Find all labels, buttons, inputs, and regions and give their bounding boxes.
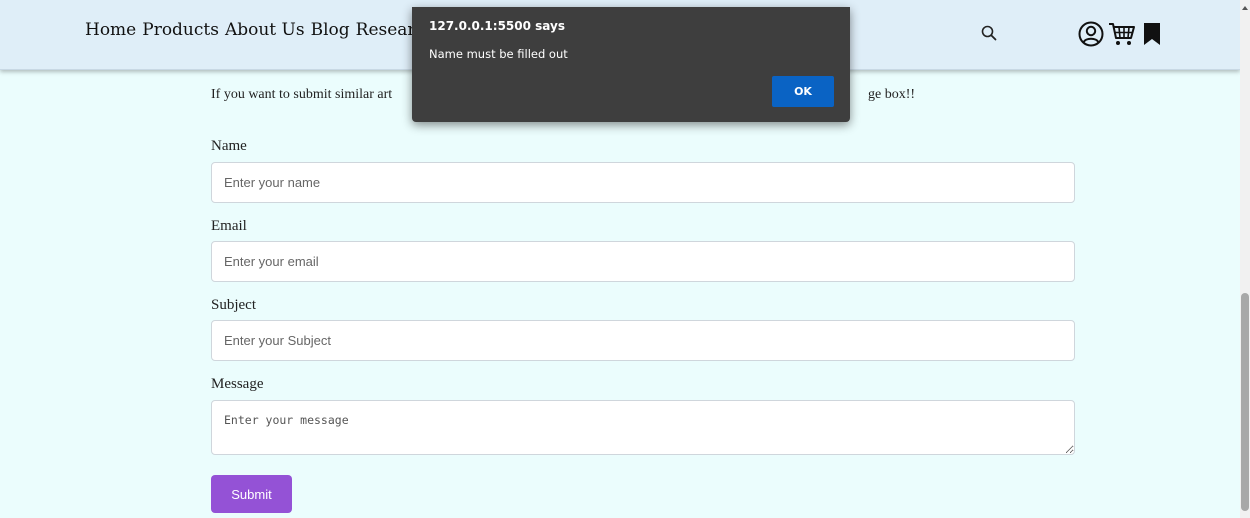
search-icon[interactable]	[980, 24, 998, 42]
name-input[interactable]	[211, 162, 1075, 203]
message-textarea[interactable]	[211, 400, 1075, 455]
email-label: Email	[211, 218, 247, 234]
scroll-up-arrow-icon[interactable]	[1242, 6, 1248, 10]
submit-button[interactable]: Submit	[211, 475, 292, 513]
subject-input[interactable]	[211, 320, 1075, 361]
dialog-message: Name must be filled out	[429, 47, 568, 61]
subject-label: Subject	[211, 297, 256, 313]
intro-text: If you want to submit similar art ge box…	[211, 87, 915, 103]
user-icon[interactable]	[1078, 21, 1104, 47]
nav-home[interactable]: Home	[85, 20, 136, 40]
dialog-ok-button[interactable]: OK	[772, 76, 834, 107]
main-nav: Home Products About Us Blog Research	[85, 20, 436, 40]
intro-text-right: ge box!!	[868, 87, 916, 102]
name-label: Name	[211, 138, 247, 154]
scrollbar-thumb[interactable]	[1241, 293, 1249, 511]
dialog-title: 127.0.0.1:5500 says	[429, 19, 565, 33]
nav-products[interactable]: Products	[142, 20, 219, 40]
nav-about-us[interactable]: About Us	[225, 20, 305, 40]
bookmark-icon[interactable]	[1143, 22, 1161, 46]
intro-text-left: If you want to submit similar art	[211, 87, 393, 102]
cart-icon[interactable]	[1108, 21, 1136, 47]
alert-dialog: 127.0.0.1:5500 says Name must be filled …	[412, 7, 850, 122]
email-input[interactable]	[211, 241, 1075, 282]
message-label: Message	[211, 376, 264, 392]
nav-blog[interactable]: Blog	[311, 20, 350, 40]
